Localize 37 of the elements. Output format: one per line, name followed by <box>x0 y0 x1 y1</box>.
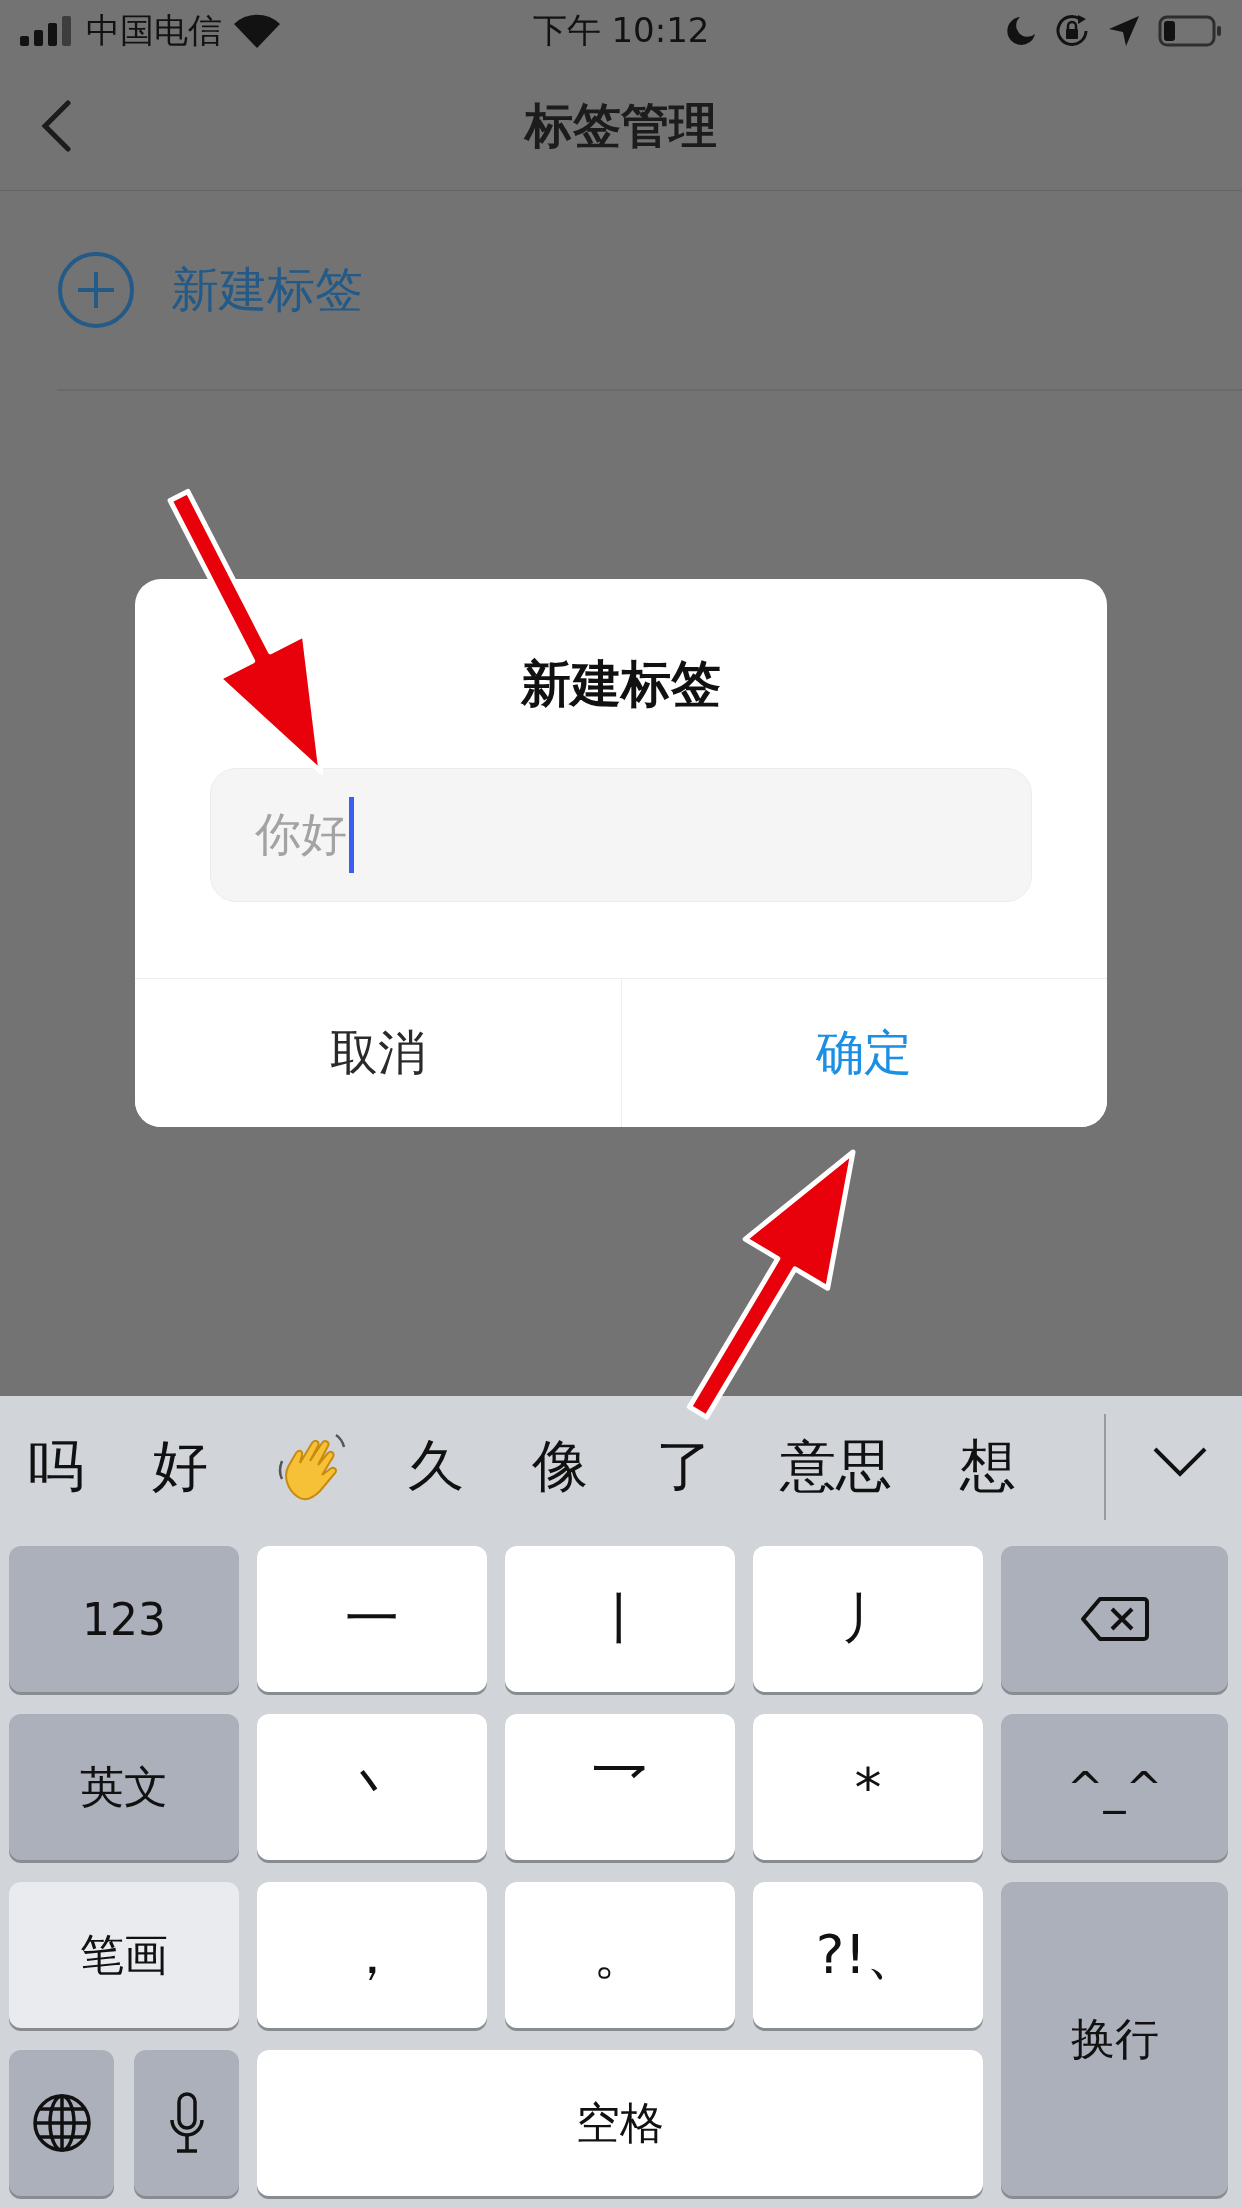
chevron-down-icon[interactable] <box>1152 1446 1208 1478</box>
moon-icon <box>1006 16 1036 46</box>
candidate-word[interactable]: 久 <box>408 1429 464 1505</box>
keyboard-key[interactable]: ?!、 <box>753 1882 983 2028</box>
keyboard-key[interactable]: 。 <box>505 1882 735 2028</box>
keyboard-key[interactable]: ， <box>257 1882 487 2028</box>
space-key[interactable]: 空格 <box>257 2050 983 2196</box>
microphone-icon <box>168 2092 205 2154</box>
backspace-icon <box>1079 1596 1150 1642</box>
candidate-word[interactable]: 想 <box>960 1429 1016 1505</box>
candidate-word[interactable]: 像 <box>532 1429 588 1505</box>
wifi-icon <box>234 14 280 48</box>
battery-icon <box>1158 15 1222 47</box>
candidate-word[interactable]: 吗 <box>28 1429 84 1505</box>
rotation-lock-icon <box>1054 13 1090 49</box>
return-key[interactable]: 换行 <box>1001 1882 1228 2196</box>
candidate-word[interactable]: 了 <box>656 1429 712 1505</box>
globe-icon <box>31 2093 92 2153</box>
dialog-title: 新建标签 <box>521 654 721 715</box>
candidate-word[interactable]: 意思 <box>780 1429 892 1505</box>
keyboard-key[interactable]: 英文 <box>9 1714 239 1860</box>
back-icon[interactable] <box>40 100 72 152</box>
location-arrow-icon <box>1108 15 1140 47</box>
keyboard-key[interactable]: 一 <box>257 1546 487 1692</box>
keyboard-key[interactable]: ^_^ <box>1001 1714 1228 1860</box>
page-title: 标签管理 <box>525 96 717 155</box>
candidate-word[interactable]: 好 <box>152 1429 208 1505</box>
keyboard-key[interactable]: 丨 <box>505 1546 735 1692</box>
keyboard-key[interactable]: 丶 <box>257 1714 487 1860</box>
keyboard-key[interactable]: 乛 <box>505 1714 735 1860</box>
keyboard-key[interactable]: 丿 <box>753 1546 983 1692</box>
keyboard-key[interactable]: 123 <box>9 1546 239 1692</box>
signal-icon <box>20 16 74 46</box>
keyboard-key[interactable]: 笔画 <box>9 1882 239 2028</box>
keyboard-key[interactable]: * <box>753 1714 983 1860</box>
status-time: 下午 10:12 <box>532 9 710 52</box>
carrier-name: 中国电信 <box>86 9 222 52</box>
